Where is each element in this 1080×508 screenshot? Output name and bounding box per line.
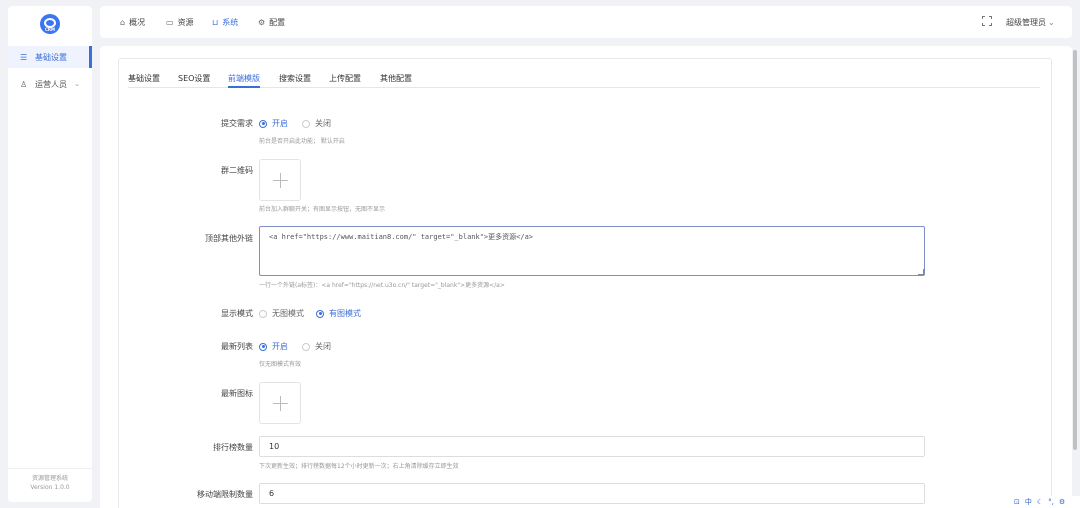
radio-checked-icon [259,119,267,128]
latest-list-on-radio[interactable]: 开启 [259,341,288,352]
gear-icon: ⚙ [258,17,266,27]
settings-tabs: 基础设置 SEO设置 前端模版 搜索设置 上传配置 其他配置 [128,66,1040,88]
tab-basic-settings[interactable]: 基础设置 [128,73,160,88]
submit-demand-off-radio[interactable]: 关闭 [302,118,331,129]
top-bar: ⌂ 概况 ▭ 资源 ⊔ 系统 ⚙ 配置 超级管理员 ⌄ [100,6,1072,38]
app-logo[interactable]: CRM [40,14,60,34]
nav-item-config[interactable]: ⚙ 配置 [258,6,285,38]
system-version: Version 1.0.0 [30,484,70,491]
rank-count-label: 排行榜数量 [213,443,253,452]
display-mode-image-radio[interactable]: 有图模式 [316,308,361,319]
sidebar-item-label: 基础设置 [35,52,67,62]
keyboard-icon[interactable]: ⊡ [1014,498,1020,506]
chevron-down-icon: ⌄ [1048,17,1055,27]
tab-search-settings[interactable]: 搜索设置 [279,73,311,88]
radio-checked-icon [316,309,324,318]
page-scrollbar[interactable] [1073,50,1077,450]
resize-handle-icon[interactable] [918,269,924,275]
tab-frontend-template[interactable]: 前端模版 [228,73,260,88]
latest-list-label: 最新列表 [221,342,253,351]
sidebar: CRM ☰ 基础设置 ♙ 运营人员 ⌄ 资源管理系统 Version 1.0.0 [8,6,92,502]
submit-demand-label: 提交需求 [221,119,253,128]
latest-list-off-radio[interactable]: 关闭 [302,341,331,352]
moon-icon[interactable]: ☾ [1037,498,1043,506]
chevron-down-icon: ⌄ [74,80,80,88]
mobile-limit-input[interactable]: 6 [259,483,925,504]
nav-item-overview[interactable]: ⌂ 概况 [120,6,145,38]
gear-icon[interactable]: ⚙ [1059,498,1065,506]
top-links-hint: 一行一个外链(a标签)：<a href="https://net.u3o.cn/… [259,282,505,289]
radio-unchecked-icon [302,342,310,351]
latest-list-hint: 仅无图模式有效 [259,361,302,368]
group-qr-label: 群二维码 [221,166,253,175]
punctuation-icon[interactable]: °, [1048,498,1054,506]
nav-item-system[interactable]: ⊔ 系统 [212,6,238,38]
mobile-limit-label: 移动端限制数量 [197,490,253,499]
sidebar-divider [8,468,92,469]
user-name: 超级管理员 [1006,17,1046,27]
top-links-textarea[interactable]: <a href="https://www.maitian8.com/" targ… [259,226,925,276]
language-indicator[interactable]: 中 [1025,497,1032,507]
top-links-label: 顶部其他外链 [205,234,253,243]
fullscreen-icon[interactable] [982,16,992,26]
sidebar-item-operators[interactable]: ♙ 运营人员 ⌄ [8,73,92,95]
tab-seo-settings[interactable]: SEO设置 [178,73,210,88]
user-menu[interactable]: 超级管理员 ⌄ [1006,6,1055,38]
radio-unchecked-icon [259,309,267,318]
radio-unchecked-icon [302,119,310,128]
user-icon: ♙ [20,79,28,89]
home-icon: ⌂ [120,17,126,27]
submit-demand-on-radio[interactable]: 开启 [259,118,288,129]
tab-upload-config[interactable]: 上传配置 [329,73,361,88]
submit-demand-hint: 前台是否开启此功能； 默认开启 [259,138,345,145]
system-tray: ⊡ 中 ☾ °, ⚙ [1010,496,1080,508]
system-name: 资源管理系统 [31,475,68,482]
group-qr-hint: 前台加入群聊开关；有图显示按钮，无图不显示 [259,206,386,213]
sidebar-footer: 资源管理系统 Version 1.0.0 [8,474,92,492]
rank-count-hint: 下次更新生效；排行榜数据每12个小时更新一次；右上角清除缓存立即生效 [259,463,459,470]
rank-count-input[interactable]: 10 [259,436,925,457]
latest-icon-upload[interactable] [259,382,301,424]
group-qr-upload[interactable] [259,159,301,201]
sidebar-item-basic-settings[interactable]: ☰ 基础设置 [8,46,92,68]
sidebar-item-label: 运营人员 [35,79,67,89]
latest-icon-label: 最新图标 [221,389,253,398]
radio-checked-icon [259,342,267,351]
folder-icon: ▭ [166,17,174,27]
display-mode-no-image-radio[interactable]: 无图模式 [259,308,304,319]
cart-icon: ⊔ [212,17,219,27]
tab-other-config[interactable]: 其他配置 [380,73,412,88]
display-mode-label: 显示模式 [221,309,253,318]
sliders-icon: ☰ [20,52,28,62]
nav-item-resources[interactable]: ▭ 资源 [166,6,194,38]
